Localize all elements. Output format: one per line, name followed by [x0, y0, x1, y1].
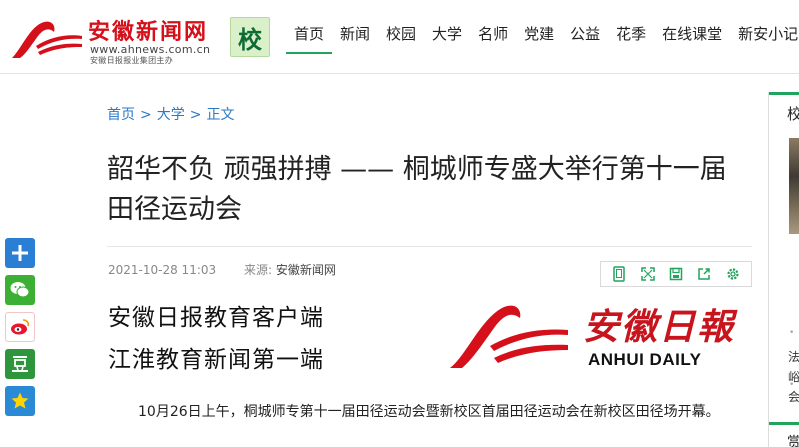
weibo-icon[interactable] [5, 312, 35, 342]
logo-subtitle: 安徽日报报业集团主办 [90, 56, 173, 65]
breadcrumb-separator: > [140, 107, 152, 123]
slogan-line-2: 江淮教育新闻第一端 [108, 347, 324, 373]
tablet-icon[interactable] [608, 264, 630, 284]
daily-swoosh-icon [450, 305, 568, 368]
share-icon[interactable] [693, 264, 715, 284]
sidebar-accent [769, 92, 799, 95]
sidebar-thumbnail[interactable] [789, 138, 799, 234]
sidebar-text[interactable]: 会 [788, 387, 799, 407]
article-datetime: 2021-10-28 11:03 [108, 263, 217, 277]
site-logo[interactable]: 安徽新闻网 www.ahnews.com.cn 安徽日报报业集团主办 [8, 14, 220, 65]
save-icon[interactable] [665, 264, 687, 284]
bullet-icon: • [789, 328, 795, 338]
anhui-daily-logo: 安徽日報 ANHUI DAILY [446, 298, 756, 374]
right-sidebar: 校 法 峪 会 • • • 赏 [768, 92, 799, 447]
nav-item-little-reporter[interactable]: 新安小记 [730, 14, 799, 54]
breadcrumb-current[interactable]: 正文 [206, 107, 234, 123]
campus-channel-badge[interactable]: 校 [230, 17, 270, 57]
bullet-icon: • [789, 380, 795, 390]
article-source: 安徽新闻网 [275, 263, 336, 277]
douban-icon[interactable] [5, 349, 35, 379]
nav-item-teachers[interactable]: 名师 [470, 14, 516, 54]
article-toolbar [600, 261, 752, 287]
article-paragraph: 10月26日上午，桐城师专第十一届田径运动会暨新校区首届田径运动会在新校区田径场… [138, 404, 720, 420]
breadcrumb-section[interactable]: 大学 [157, 107, 185, 123]
breadcrumb-home[interactable]: 首页 [107, 107, 135, 123]
nav-item-party[interactable]: 党建 [516, 14, 562, 54]
site-header: 安徽新闻网 www.ahnews.com.cn 安徽日报报业集团主办 校 首页 … [0, 0, 799, 74]
breadcrumb: 首页 > 大学 > 正文 [107, 104, 234, 124]
nav-item-online-class[interactable]: 在线课堂 [654, 14, 730, 54]
article-meta: 2021-10-28 11:03 来源: 安徽新闻网 [108, 261, 336, 278]
wechat-icon[interactable] [5, 275, 35, 305]
slogan-line-1: 安徽日报教育客户端 [108, 305, 324, 331]
logo-title: 安徽新闻网 [88, 19, 209, 45]
nav-item-charity[interactable]: 公益 [562, 14, 608, 54]
nav-item-news[interactable]: 新闻 [332, 14, 378, 54]
sidebar-accent [769, 422, 799, 425]
source-label: 来源: [243, 263, 273, 277]
nav-item-home[interactable]: 首页 [286, 14, 333, 54]
bullet-icon: • [789, 354, 795, 364]
settings-icon[interactable] [722, 264, 744, 284]
breadcrumb-separator: > [189, 107, 202, 123]
sidebar-heading-2: 赏 [787, 435, 799, 447]
nav-item-youth[interactable]: 花季 [608, 14, 654, 54]
divider [107, 246, 752, 247]
main-nav: 首页 新闻 校园 大学 名师 党建 公益 花季 在线课堂 新安小记 [286, 14, 799, 54]
nav-item-campus[interactable]: 校园 [378, 14, 424, 54]
fullscreen-icon[interactable] [637, 264, 659, 284]
daily-logo-en: ANHUI DAILY [588, 350, 702, 369]
daily-logo-cn: 安徽日報 [583, 306, 736, 348]
sidebar-heading: 校 [787, 105, 799, 123]
article-title: 韶华不负 顽强拼搏 —— 桐城师专盛大举行第十一届田径运动会 [107, 154, 727, 225]
share-rail [5, 238, 37, 423]
nav-item-university[interactable]: 大学 [424, 14, 470, 54]
plus-icon[interactable] [5, 238, 35, 268]
qzone-icon[interactable] [5, 386, 35, 416]
logo-swoosh-icon [12, 21, 82, 58]
